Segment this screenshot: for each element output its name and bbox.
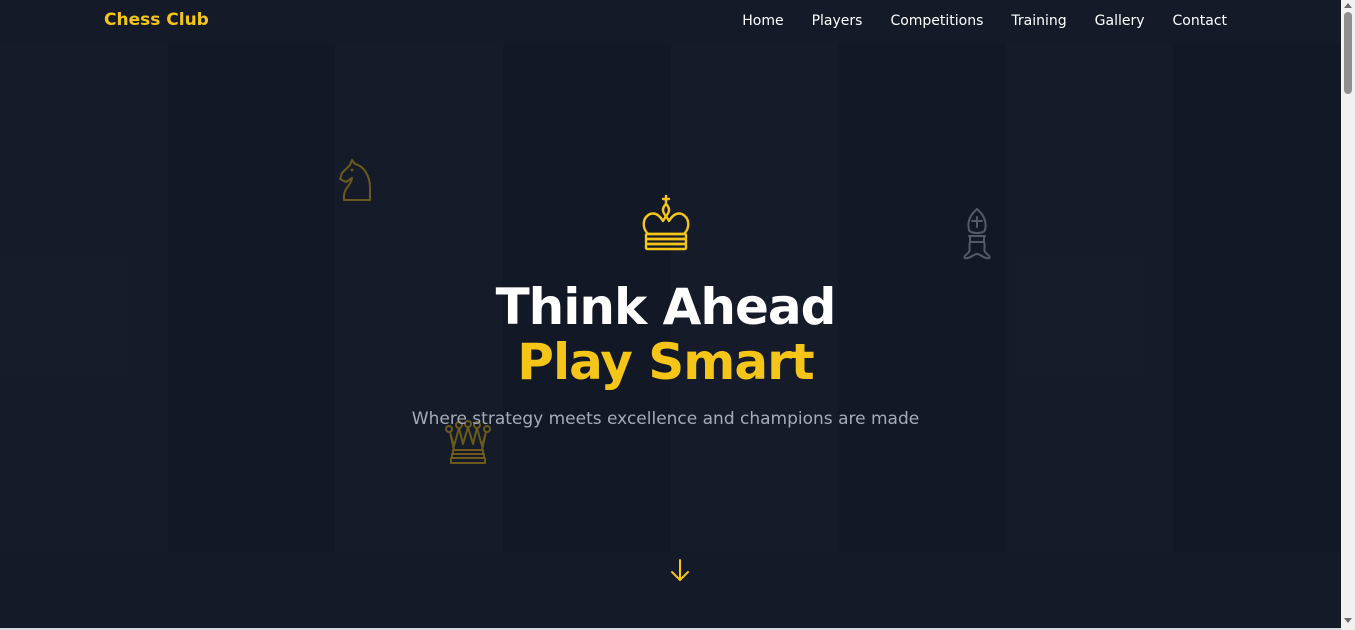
nav-item-competitions[interactable]: Competitions xyxy=(890,13,983,29)
nav-item-home[interactable]: Home xyxy=(742,13,783,29)
nav-item-gallery[interactable]: Gallery xyxy=(1095,13,1145,29)
scrollbar[interactable] xyxy=(1341,0,1355,630)
bishop-icon xyxy=(963,208,991,260)
hero-title-line1: Think Ahead xyxy=(495,278,837,336)
scroll-up-icon[interactable] xyxy=(1344,0,1352,10)
navbar: Chess Club Home Players Competitions Tra… xyxy=(0,0,1341,44)
scrollbar-thumb[interactable] xyxy=(1344,12,1352,94)
nav-item-players[interactable]: Players xyxy=(812,13,863,29)
hero-title-line2: Play Smart xyxy=(517,333,814,391)
brand-logo[interactable]: Chess Club xyxy=(104,10,209,30)
nav-item-training[interactable]: Training xyxy=(1011,13,1066,29)
nav-menu: Home Players Competitions Training Galle… xyxy=(742,13,1227,29)
knight-icon xyxy=(339,159,371,201)
crown-icon xyxy=(642,194,690,251)
hero-subtitle: Where strategy meets excellence and cham… xyxy=(411,409,920,429)
nav-item-contact[interactable]: Contact xyxy=(1173,13,1227,29)
arrow-down-icon[interactable] xyxy=(668,558,692,584)
scroll-down-icon[interactable] xyxy=(1344,616,1352,626)
page: Chess Club Home Players Competitions Tra… xyxy=(0,0,1341,628)
